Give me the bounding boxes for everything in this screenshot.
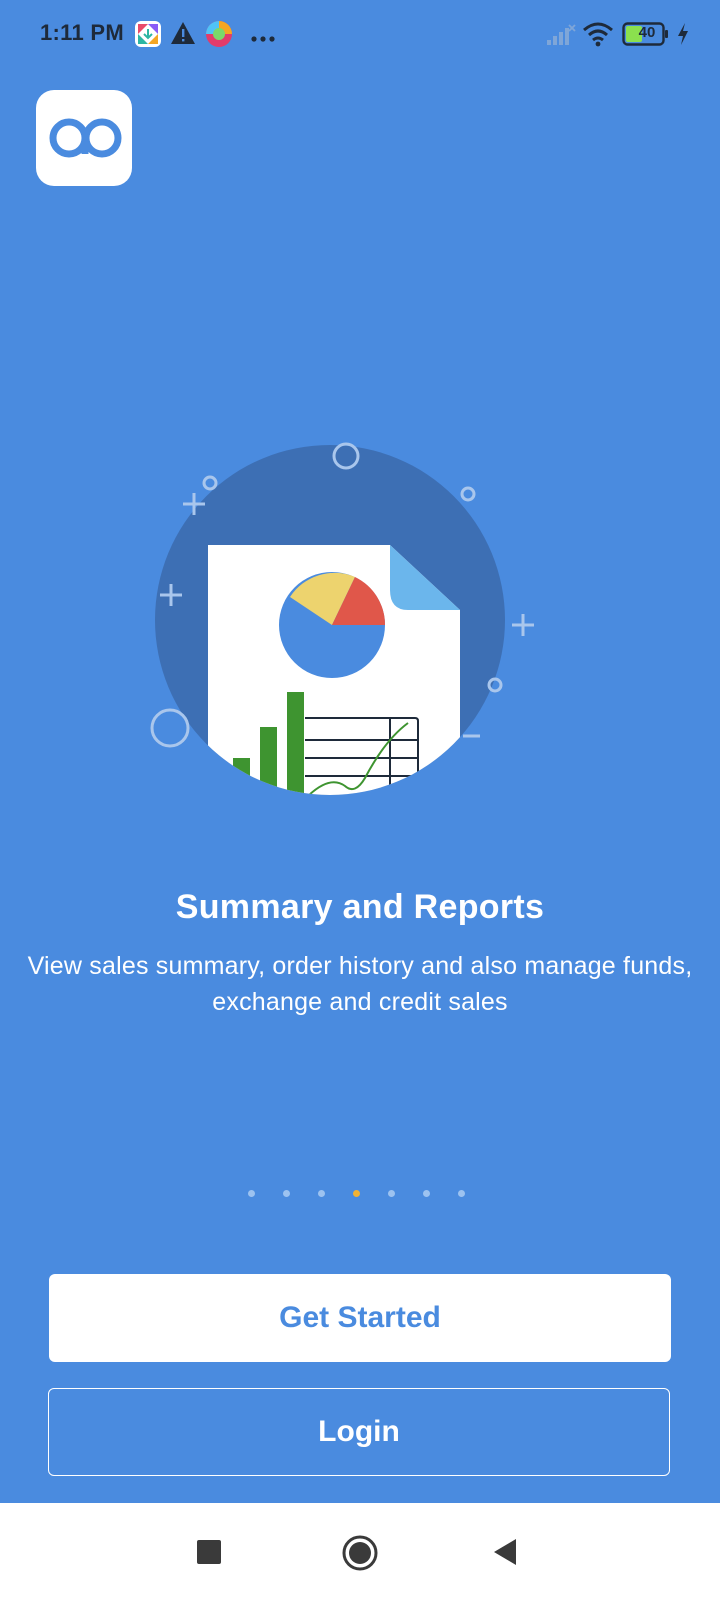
- pager-dot[interactable]: [318, 1190, 325, 1197]
- app-logo: [36, 90, 132, 186]
- status-bar: 1:11 PM 40: [0, 0, 720, 70]
- pager-dot[interactable]: [248, 1190, 255, 1197]
- pager-dot[interactable]: [388, 1190, 395, 1197]
- pager-dot[interactable]: [423, 1190, 430, 1197]
- system-nav-bar: [0, 1503, 720, 1600]
- charging-icon: [676, 22, 690, 51]
- signal-icon: [546, 22, 576, 51]
- pager-dot[interactable]: [458, 1190, 465, 1197]
- login-button[interactable]: Login: [48, 1388, 670, 1476]
- home-circle-icon[interactable]: [341, 1534, 379, 1577]
- slide-title: Summary and Reports: [175, 888, 545, 926]
- browser-icon: [205, 20, 233, 53]
- wifi-icon: [582, 21, 614, 52]
- pager-dot-active[interactable]: [353, 1190, 360, 1197]
- pager-dots: [0, 1190, 720, 1200]
- pager-dot[interactable]: [283, 1190, 290, 1197]
- back-triangle-icon[interactable]: [492, 1538, 518, 1571]
- warning-icon: [170, 21, 196, 50]
- get-started-button[interactable]: Get Started: [49, 1274, 671, 1362]
- battery-level: 40: [638, 24, 656, 41]
- app-notification-icon: [134, 20, 162, 53]
- status-time: 1:11 PM: [40, 20, 125, 45]
- recents-square-icon[interactable]: [196, 1539, 222, 1570]
- report-illustration: [150, 440, 550, 825]
- app-logo-icon: [49, 118, 122, 158]
- more-dots-icon: [250, 30, 278, 48]
- slide-description: View sales summary, order history and al…: [27, 952, 693, 1016]
